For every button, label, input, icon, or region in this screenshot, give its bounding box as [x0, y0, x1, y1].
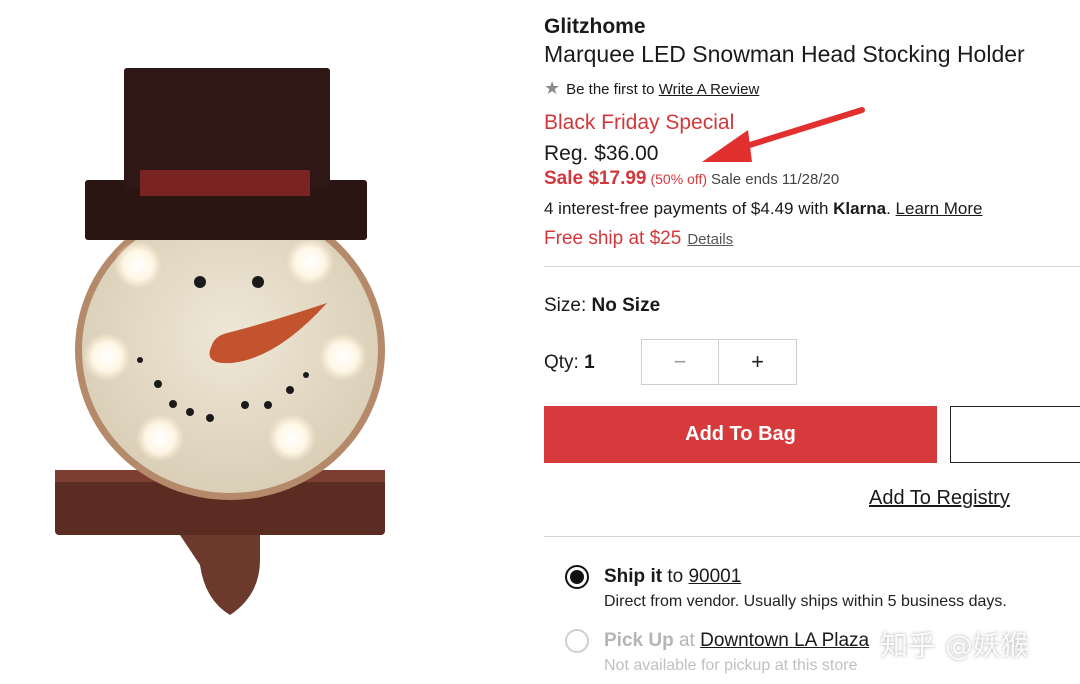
store-link[interactable]: Downtown LA Plaza: [700, 630, 869, 651]
qty-label: Qty:: [544, 352, 585, 373]
annotation-arrow: [702, 107, 865, 162]
qty-value: 1: [584, 352, 595, 373]
pickup-radio[interactable]: [565, 629, 589, 653]
klarna-suffix: .: [886, 199, 891, 218]
divider: [544, 266, 1080, 267]
ship-radio[interactable]: [565, 565, 589, 589]
sale-price: Sale $17.99: [544, 168, 647, 189]
brand-name[interactable]: Glitzhome: [544, 15, 646, 39]
add-to-bag-button[interactable]: Add To Bag: [544, 406, 937, 463]
quantity-increment-button[interactable]: +: [719, 339, 797, 385]
learn-more-link[interactable]: Learn More: [896, 199, 983, 218]
regular-price: Reg. $36.00: [544, 142, 659, 165]
klarna-brand: Klarna: [833, 199, 887, 218]
pickup-option[interactable]: Pick Up at Downtown LA Plaza: [604, 630, 869, 652]
add-to-registry-link[interactable]: Add To Registry: [869, 487, 1010, 510]
ship-note: Direct from vendor. Usually ships within…: [604, 593, 1007, 610]
star-icon: ★: [544, 78, 561, 98]
klarna-prefix: 4 interest-free payments of $4.49 with: [544, 199, 834, 218]
divider: [544, 536, 1080, 537]
product-image: [55, 68, 385, 615]
pickup-label: Pick Up: [604, 630, 674, 651]
ship-label: Ship it: [604, 566, 663, 587]
free-ship-text: Free ship at $25: [544, 228, 682, 249]
review-prompt: Be the first to: [566, 81, 659, 98]
zip-code-link[interactable]: 90001: [688, 566, 741, 587]
watermark: 知乎 @妖猴: [880, 629, 1029, 662]
pickup-note: Not available for pickup at this store: [604, 657, 858, 674]
secondary-action-button[interactable]: [950, 406, 1080, 463]
review-line: ★ Be the first to Write A Review: [544, 78, 759, 99]
quantity-decrement-button[interactable]: −: [641, 339, 719, 385]
ship-option[interactable]: Ship it to 90001: [604, 566, 741, 588]
details-link[interactable]: Details: [687, 231, 733, 248]
pickup-at: at: [673, 630, 701, 651]
size-value: No Size: [591, 295, 661, 316]
product-title: Marquee LED Snowman Head Stocking Holder: [544, 41, 1025, 67]
ship-to: to: [662, 566, 689, 587]
quantity-label: Qty: 1: [544, 352, 595, 374]
size-selector: Size: No Size: [544, 295, 660, 317]
free-ship-line: Free ship at $25 Details: [544, 228, 733, 250]
write-review-link[interactable]: Write A Review: [659, 81, 760, 98]
size-label: Size:: [544, 295, 592, 316]
klarna-line: 4 interest-free payments of $4.49 with K…: [544, 199, 982, 219]
